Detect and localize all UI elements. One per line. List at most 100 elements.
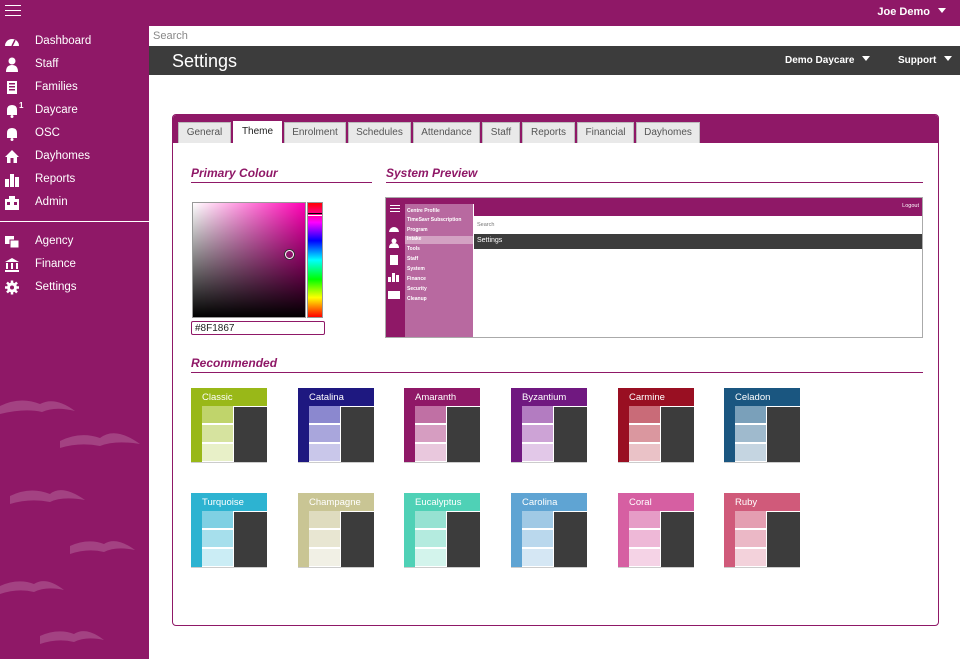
theme-swatch-tint: [202, 444, 233, 461]
centre-dropdown[interactable]: Demo Daycare: [785, 55, 871, 66]
tab-enrolment[interactable]: Enrolment: [284, 122, 346, 143]
theme-swatch-name: Coral: [618, 493, 694, 511]
sidebar-item-label: Settings: [35, 281, 77, 293]
theme-swatch-strip: [511, 406, 522, 462]
sidebar-item-staff[interactable]: Staff: [0, 54, 149, 76]
theme-swatch-ruby[interactable]: Ruby: [724, 493, 800, 568]
support-dropdown[interactable]: Support: [898, 55, 953, 66]
sidebar-item-dayhomes[interactable]: Dayhomes: [0, 146, 149, 168]
theme-swatch-tint: [309, 406, 340, 423]
section-divider: [386, 182, 923, 183]
theme-swatch-coral[interactable]: Coral: [618, 493, 694, 568]
primary-colour-title: Primary Colour: [191, 166, 278, 180]
theme-swatch-strip: [298, 511, 309, 567]
theme-swatch-eucalyptus[interactable]: Eucalyptus: [404, 493, 480, 568]
sidebar-item-admin[interactable]: Admin: [0, 192, 149, 214]
theme-swatch-turquoise[interactable]: Turquoise: [191, 493, 267, 568]
theme-swatch-tint: [309, 511, 340, 528]
preview-gauge-icon: [389, 227, 399, 232]
theme-swatch-strip: [618, 511, 629, 567]
preview-menu-item: Program: [407, 227, 428, 233]
preview-menu-item: System: [407, 266, 425, 272]
theme-swatch-strip: [511, 511, 522, 567]
centre-dropdown-label: Demo Daycare: [785, 55, 855, 66]
theme-swatch-shadow: [298, 567, 374, 568]
bell-icon: [7, 105, 17, 118]
tab-dayhomes[interactable]: Dayhomes: [636, 122, 700, 143]
section-divider: [191, 372, 923, 373]
system-preview-title: System Preview: [386, 166, 478, 180]
theme-swatch-tint: [202, 511, 233, 528]
preview-sidebar: [386, 198, 405, 337]
theme-swatch-tint: [309, 425, 340, 442]
sidebar-item-settings[interactable]: Settings: [0, 277, 149, 299]
sidebar-item-label: Families: [35, 81, 78, 93]
theme-swatch-tint: [629, 549, 660, 566]
hex-colour-input[interactable]: [191, 321, 325, 335]
theme-swatch-tint: [415, 549, 446, 566]
theme-swatch-tint: [415, 406, 446, 423]
tab-schedules[interactable]: Schedules: [348, 122, 411, 143]
theme-swatch-shadow: [191, 567, 267, 568]
theme-swatch-name: Ruby: [724, 493, 800, 511]
theme-swatch-dark: [554, 407, 587, 462]
sidebar-item-label: Daycare: [35, 104, 78, 116]
hue-slider-marker[interactable]: [308, 213, 322, 216]
sidebar-divider: [0, 221, 149, 222]
chevron-down-icon: [938, 8, 946, 13]
tab-staff[interactable]: Staff: [482, 122, 520, 143]
theme-swatch-byzantium[interactable]: Byzantium: [511, 388, 587, 463]
theme-swatch-tint: [735, 530, 766, 547]
theme-swatch-tint: [629, 511, 660, 528]
theme-swatch-shadow: [298, 462, 374, 463]
tab-financial[interactable]: Financial: [577, 122, 634, 143]
theme-swatch-celadon[interactable]: Celadon: [724, 388, 800, 463]
notification-badge: 1: [19, 101, 24, 110]
sidebar-item-dashboard[interactable]: Dashboard: [0, 31, 149, 53]
tab-general[interactable]: General: [178, 122, 231, 143]
chevron-down-icon: [862, 56, 871, 61]
theme-swatch-tint: [309, 530, 340, 547]
bar-chart-icon: [5, 174, 19, 187]
theme-swatch-tint: [629, 444, 660, 461]
agency-icon: [5, 236, 20, 249]
colour-saturation-picker[interactable]: [192, 202, 306, 318]
theme-swatch-tint: [202, 549, 233, 566]
sidebar-item-osc[interactable]: OSC: [0, 123, 149, 145]
user-menu[interactable]: Joe Demo: [877, 6, 946, 18]
theme-swatch-name: Turquoise: [191, 493, 267, 511]
hue-slider[interactable]: [307, 202, 323, 318]
sidebar-item-label: Dashboard: [35, 35, 92, 47]
theme-swatch-carmine[interactable]: Carmine: [618, 388, 694, 463]
sidebar-item-families[interactable]: Families: [0, 77, 149, 99]
colour-picker-handle[interactable]: [285, 250, 294, 259]
hamburger-icon[interactable]: [5, 5, 21, 19]
theme-swatch-catalina[interactable]: Catalina: [298, 388, 374, 463]
theme-swatch-carolina[interactable]: Carolina: [511, 493, 587, 568]
theme-swatch-tint: [415, 511, 446, 528]
sidebar-item-reports[interactable]: Reports: [0, 169, 149, 191]
theme-swatch-dark: [341, 512, 374, 567]
sidebar-item-agency[interactable]: Agency: [0, 231, 149, 253]
theme-swatch-name: Celadon: [724, 388, 800, 406]
tab-reports[interactable]: Reports: [522, 122, 575, 143]
theme-swatch-strip: [404, 511, 415, 567]
theme-swatch-shadow: [511, 462, 587, 463]
theme-swatch-tint: [202, 530, 233, 547]
tab-theme[interactable]: Theme: [233, 121, 282, 143]
theme-swatch-tint: [735, 549, 766, 566]
theme-swatch-dark: [661, 512, 694, 567]
chevron-down-icon: [944, 56, 953, 61]
theme-swatch-classic[interactable]: Classic: [191, 388, 267, 463]
sidebar-item-finance[interactable]: Finance: [0, 254, 149, 276]
theme-swatch-tint: [309, 549, 340, 566]
search-input[interactable]: [149, 26, 960, 46]
top-bar: Joe Demo: [0, 0, 960, 26]
theme-swatch-amaranth[interactable]: Amaranth: [404, 388, 480, 463]
preview-menu-item: Centre Profile: [407, 208, 440, 214]
theme-swatch-champagne[interactable]: Champagne: [298, 493, 374, 568]
sidebar-item-daycare[interactable]: 1 Daycare: [0, 100, 149, 122]
tab-attendance[interactable]: Attendance: [413, 122, 480, 143]
user-name: Joe Demo: [877, 6, 930, 18]
sidebar-item-label: Dayhomes: [35, 150, 90, 162]
